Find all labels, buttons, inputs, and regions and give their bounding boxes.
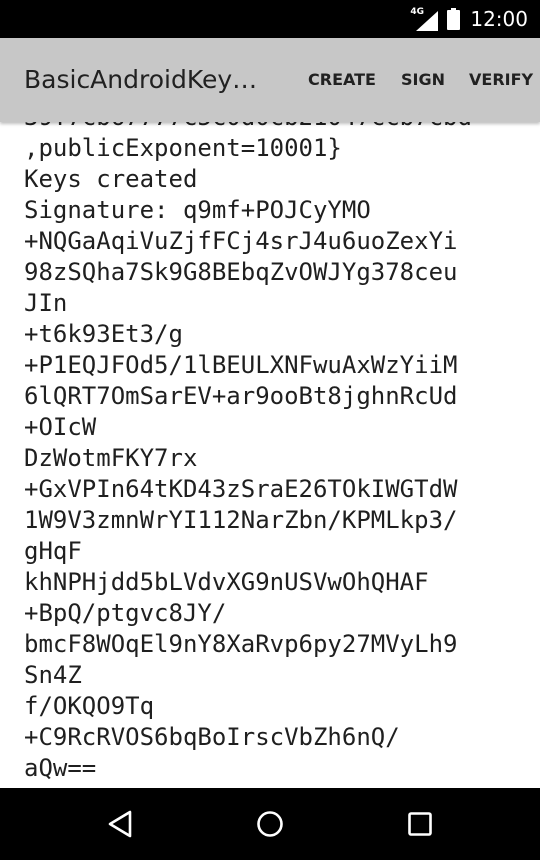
app-title: BasicAndroidKey… xyxy=(24,65,258,94)
create-button[interactable]: CREATE xyxy=(308,38,376,122)
log-line: Keys created xyxy=(24,165,198,193)
log-line: ,publicExponent=10001} xyxy=(24,134,342,162)
log-line: bmcF8WOqEl9nY8XaRvp6py27MVyLh9 xyxy=(24,630,458,658)
recents-icon xyxy=(408,812,432,836)
log-line: khNPHjdd5bLVdvXG9nUSVwOhQHAF xyxy=(24,568,429,596)
log-line: +GxVPIn64tKD43zSraE26TOkIWGTdW xyxy=(24,475,458,503)
clock: 12:00 xyxy=(470,7,528,31)
log-line: gHqF xyxy=(24,537,82,565)
log-line: +OIcW xyxy=(24,413,97,441)
battery-icon xyxy=(447,8,461,30)
log-line: 6lQRT7OmSarEV+ar9ooBt8jghnRcUd xyxy=(24,382,458,410)
home-icon xyxy=(257,811,283,837)
log-line: aQw== xyxy=(24,754,97,782)
action-bar: BasicAndroidKey… CREATE SIGN VERIFY xyxy=(0,38,540,122)
log-line: f/OKQO9Tq xyxy=(24,692,155,720)
log-line: +t6k93Et3/g xyxy=(24,320,183,348)
log-line: +P1EQJFOd5/1lBEULXNFwuAxWzYiiM xyxy=(24,351,458,379)
log-line: 98zSQha7Sk9G8BEbqZvOWJYg378ceu xyxy=(24,258,458,286)
status-bar: 4G 12:00 xyxy=(0,0,540,38)
status-icons: 4G 12:00 xyxy=(410,0,528,38)
log-line: +C9RcRVOS6bqBoIrscVbZh6nQ/ xyxy=(24,723,400,751)
back-button[interactable] xyxy=(80,788,160,860)
log-line: JIn xyxy=(24,289,68,317)
log-scroll-view[interactable]: 39T7cb67777c5c0d0cb21047ccb7cbd ,publicE… xyxy=(0,122,540,788)
signal-icon: 4G xyxy=(410,7,439,31)
log-line: Signature: q9mf+POJCyYMO xyxy=(24,196,371,224)
verify-button[interactable]: VERIFY xyxy=(469,38,533,122)
sign-button[interactable]: SIGN xyxy=(401,38,445,122)
nav-bar xyxy=(0,788,540,860)
log-text: 39T7cb67777c5c0d0cb21047ccb7cbd ,publicE… xyxy=(24,122,472,784)
back-icon xyxy=(108,810,132,838)
log-line: +NQGaAqiVuZjfFCj4srJ4u6uoZexYi xyxy=(24,227,458,255)
log-line: +BpQ/ptgvc8JY/ xyxy=(24,599,227,627)
recents-button[interactable] xyxy=(380,788,460,860)
log-line: Sn4Z xyxy=(24,661,82,689)
log-line: 1W9V3zmnWrYI112NarZbn/KPMLkp3/ xyxy=(24,506,458,534)
log-line: 39T7cb67777c5c0d0cb21047ccb7cbd xyxy=(24,122,472,131)
home-button[interactable] xyxy=(230,788,310,860)
log-line: DzWotmFKY7rx xyxy=(24,444,198,472)
